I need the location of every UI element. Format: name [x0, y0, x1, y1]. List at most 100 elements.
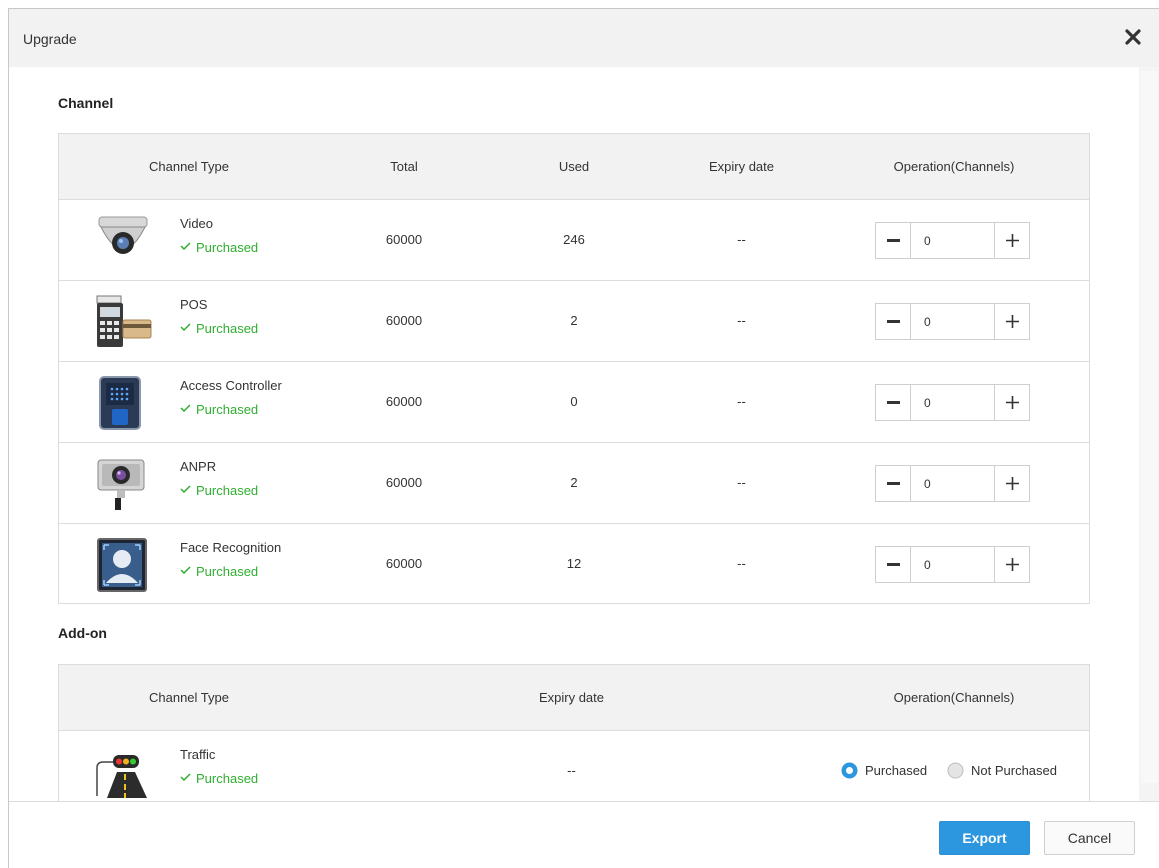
anpr-camera-icon — [93, 456, 153, 512]
minus-icon — [887, 401, 900, 404]
col-header-total: Total — [390, 159, 418, 174]
col-header-used: Used — [558, 159, 590, 174]
expiry-value: -- — [737, 556, 746, 571]
channel-table-header: Channel Type Total Used Expiry date Oper… — [59, 134, 1089, 200]
used-value: 12 — [566, 556, 582, 571]
check-icon — [180, 323, 191, 331]
channel-type-name: POS — [180, 297, 208, 312]
expiry-value: -- — [737, 232, 746, 247]
col-header-expiry: Expiry date — [538, 690, 605, 705]
table-row: ANPR Purchased 60000 2 -- — [59, 443, 1089, 524]
channel-type-name: Traffic — [180, 747, 216, 762]
increment-button[interactable] — [994, 466, 1029, 501]
plus-icon — [1006, 558, 1019, 571]
dialog-titlebar: Upgrade — [9, 9, 1159, 67]
increment-button[interactable] — [994, 385, 1029, 420]
channel-stepper — [875, 465, 1030, 502]
purchased-status-label: Purchased — [196, 483, 259, 498]
purchased-status: Purchased — [180, 483, 258, 498]
purchased-status: Purchased — [180, 771, 258, 786]
scrollbar-thumb[interactable] — [1141, 71, 1158, 783]
minus-icon — [887, 563, 900, 566]
close-icon[interactable] — [1123, 27, 1143, 47]
increment-button[interactable] — [994, 547, 1029, 582]
decrement-button[interactable] — [876, 304, 911, 339]
channel-stepper — [875, 546, 1030, 583]
increment-button[interactable] — [994, 223, 1029, 258]
expiry-value: -- — [567, 763, 576, 778]
radio-unselected-icon — [947, 762, 964, 779]
dialog-title: Upgrade — [23, 31, 77, 47]
total-value: 60000 — [385, 556, 423, 571]
decrement-button[interactable] — [876, 223, 911, 258]
channel-count-input[interactable] — [912, 304, 994, 339]
purchased-status: Purchased — [180, 402, 258, 417]
channel-section-title: Channel — [58, 95, 114, 111]
upgrade-dialog: Upgrade Channel Channel Type Total Used … — [8, 8, 1159, 868]
channel-count-input[interactable] — [912, 223, 994, 258]
radio-not-purchased[interactable]: Not Purchased — [947, 762, 1077, 780]
total-value: 60000 — [385, 313, 423, 328]
export-button[interactable]: Export — [939, 821, 1030, 855]
channel-stepper — [875, 222, 1030, 259]
check-icon — [180, 404, 191, 412]
pos-terminal-icon — [93, 294, 153, 350]
used-value: 2 — [570, 475, 578, 490]
increment-button[interactable] — [994, 304, 1029, 339]
channel-type-name: Video — [180, 216, 214, 231]
plus-icon — [1006, 396, 1019, 409]
col-header-operation: Operation(Channels) — [893, 690, 1015, 705]
channel-table: Channel Type Total Used Expiry date Oper… — [58, 133, 1090, 604]
channel-count-input[interactable] — [912, 547, 994, 582]
channel-stepper — [875, 384, 1030, 421]
channel-type-name: ANPR — [180, 459, 217, 474]
vertical-scrollbar[interactable] — [1139, 67, 1159, 801]
purchased-status-label: Purchased — [196, 321, 259, 336]
channel-count-input[interactable] — [912, 466, 994, 501]
check-icon — [180, 773, 191, 781]
table-row: Face Recognition Purchased 60000 12 -- — [59, 524, 1089, 605]
plus-icon — [1006, 477, 1019, 490]
channel-count-input[interactable] — [912, 385, 994, 420]
channel-type-name: Face Recognition — [180, 540, 282, 555]
traffic-light-icon — [93, 744, 153, 800]
purchased-status-label: Purchased — [196, 564, 259, 579]
minus-icon — [887, 482, 900, 485]
radio-not-purchased-label: Not Purchased — [971, 763, 1057, 778]
col-header-operation: Operation(Channels) — [893, 159, 1015, 174]
channel-type-name: Access Controller — [180, 378, 282, 393]
plus-icon — [1006, 234, 1019, 247]
minus-icon — [887, 239, 900, 242]
purchased-status: Purchased — [180, 564, 258, 579]
channel-stepper — [875, 303, 1030, 340]
used-value: 2 — [570, 313, 578, 328]
dome-camera-icon — [93, 213, 153, 269]
decrement-button[interactable] — [876, 547, 911, 582]
table-row: POS Purchased 60000 2 -- — [59, 281, 1089, 362]
table-row: Access Controller Purchased 60000 0 -- — [59, 362, 1089, 443]
check-icon — [180, 242, 191, 250]
col-header-channel-type: Channel Type — [149, 690, 229, 705]
addon-section-title: Add-on — [58, 625, 107, 641]
face-recognition-icon — [93, 537, 153, 593]
expiry-value: -- — [737, 394, 746, 409]
dialog-body: Channel Channel Type Total Used Expiry d… — [9, 67, 1139, 801]
total-value: 60000 — [385, 232, 423, 247]
cancel-button[interactable]: Cancel — [1044, 821, 1135, 855]
addon-table-header: Channel Type Expiry date Operation(Chann… — [59, 665, 1089, 731]
total-value: 60000 — [385, 394, 423, 409]
decrement-button[interactable] — [876, 466, 911, 501]
check-icon — [180, 485, 191, 493]
table-row: Video Purchased 60000 246 -- — [59, 200, 1089, 281]
radio-purchased[interactable]: Purchased — [841, 762, 941, 780]
used-value: 0 — [570, 394, 578, 409]
minus-icon — [887, 320, 900, 323]
expiry-value: -- — [737, 475, 746, 490]
radio-purchased-label: Purchased — [865, 763, 928, 778]
dialog-footer: Export Cancel — [9, 801, 1159, 868]
purchased-status-label: Purchased — [196, 771, 259, 786]
access-controller-icon — [93, 375, 153, 431]
table-row: Traffic Purchased -- Purchased Not Purch… — [59, 731, 1089, 801]
purchased-status: Purchased — [180, 321, 258, 336]
decrement-button[interactable] — [876, 385, 911, 420]
